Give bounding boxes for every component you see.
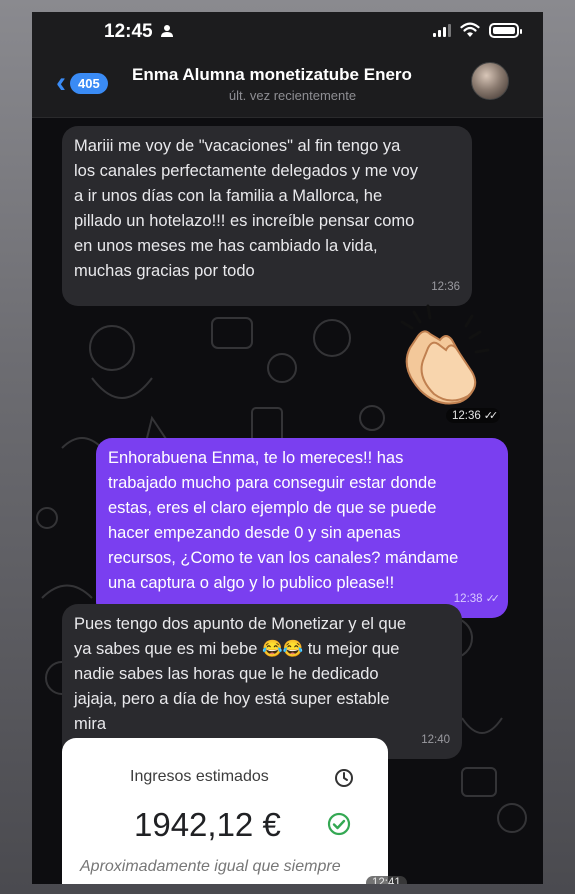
message-time: 12:38 ✓✓ xyxy=(453,593,501,605)
card-note: Aproximadamente igual que siempre xyxy=(80,858,341,875)
message-text: Pues tengo dos apunto de Monetizar y el … xyxy=(74,612,450,737)
wifi-icon xyxy=(460,22,480,37)
battery-icon xyxy=(489,22,522,38)
message-bubble-incoming[interactable]: Mariii me voy de "vacaciones" al fin ten… xyxy=(62,126,472,306)
status-bar: 12:45 xyxy=(32,12,543,52)
message-line: Enhorabuena Enma, te lo mereces!! has xyxy=(108,449,404,467)
message-line: estas, eres el claro ejemplo de que se p… xyxy=(108,499,437,517)
message-line: hacer empezando desde 0 y sin apenas xyxy=(108,524,401,542)
cellular-signal-icon xyxy=(433,23,451,37)
clock-icon xyxy=(335,769,353,787)
message-line: Mariii me voy de "vacaciones" al fin ten… xyxy=(74,137,401,155)
person-icon xyxy=(160,24,174,41)
read-receipt-icon: ✓✓ xyxy=(483,410,499,422)
message-line: ya sabes que es mi bebe 😂😂 tu mejor que xyxy=(74,640,400,658)
message-line: trabajado mucho para conseguir estar don… xyxy=(108,474,437,492)
phone-screen: 12:45 ‹ 405 Enma Alumna monetizatube Ene… xyxy=(32,12,543,884)
message-line: a ir unos días con la familia a Mallorca… xyxy=(74,187,383,205)
message-line: mira xyxy=(74,715,107,733)
chat-header: ‹ 405 Enma Alumna monetizatube Enero últ… xyxy=(32,52,543,118)
message-bubble-outgoing[interactable]: Enhorabuena Enma, te lo mereces!! has tr… xyxy=(96,438,508,618)
estimated-earnings-amount: 1942,12 € xyxy=(134,806,281,843)
message-bubble-incoming[interactable]: Pues tengo dos apunto de Monetizar y el … xyxy=(62,604,462,759)
message-line: recursos, ¿Como te van los canales? mánd… xyxy=(108,549,459,567)
message-line: en unos meses me has cambiado la vida, xyxy=(74,237,378,255)
last-seen-status: últ. vez recientemente xyxy=(228,88,357,103)
message-line: nadie sabes las horas que le he dedicado xyxy=(74,665,379,683)
contact-name[interactable]: Enma Alumna monetizatube Enero xyxy=(132,65,412,85)
message-time: 12:36 xyxy=(431,281,460,293)
message-time: 12:40 xyxy=(421,734,450,746)
message-line: muchas gracias por todo xyxy=(74,262,255,280)
clapping-hands-emoji[interactable] xyxy=(380,298,500,418)
message-text: Mariii me voy de "vacaciones" al fin ten… xyxy=(74,134,460,284)
read-receipt-icon: ✓✓ xyxy=(485,593,501,605)
image-message-earnings-card[interactable]: Ingresos estimados 1942,12 € Aproximadam… xyxy=(62,738,407,884)
message-time: 12:36 ✓✓ xyxy=(446,408,501,423)
battery-level xyxy=(493,26,515,34)
message-line: pillado un hotelazo!!! es increíble pens… xyxy=(74,212,415,230)
chat-area[interactable]: Mariii me voy de "vacaciones" al fin ten… xyxy=(32,118,543,884)
message-line: una captura o algo y lo publico please!! xyxy=(108,574,395,592)
message-line: jajaja, pero a día de hoy está super est… xyxy=(74,690,390,708)
avatar[interactable] xyxy=(471,62,509,100)
status-time: 12:45 xyxy=(104,21,153,42)
message-line: los canales perfectamente delegados y me… xyxy=(74,162,418,180)
card-title: Ingresos estimados xyxy=(130,768,269,785)
check-circle-icon xyxy=(327,812,351,836)
message-text: Enhorabuena Enma, te lo mereces!! has tr… xyxy=(108,446,496,596)
message-time: 12:41 xyxy=(366,876,407,884)
message-line: Pues tengo dos apunto de Monetizar y el … xyxy=(74,615,407,633)
